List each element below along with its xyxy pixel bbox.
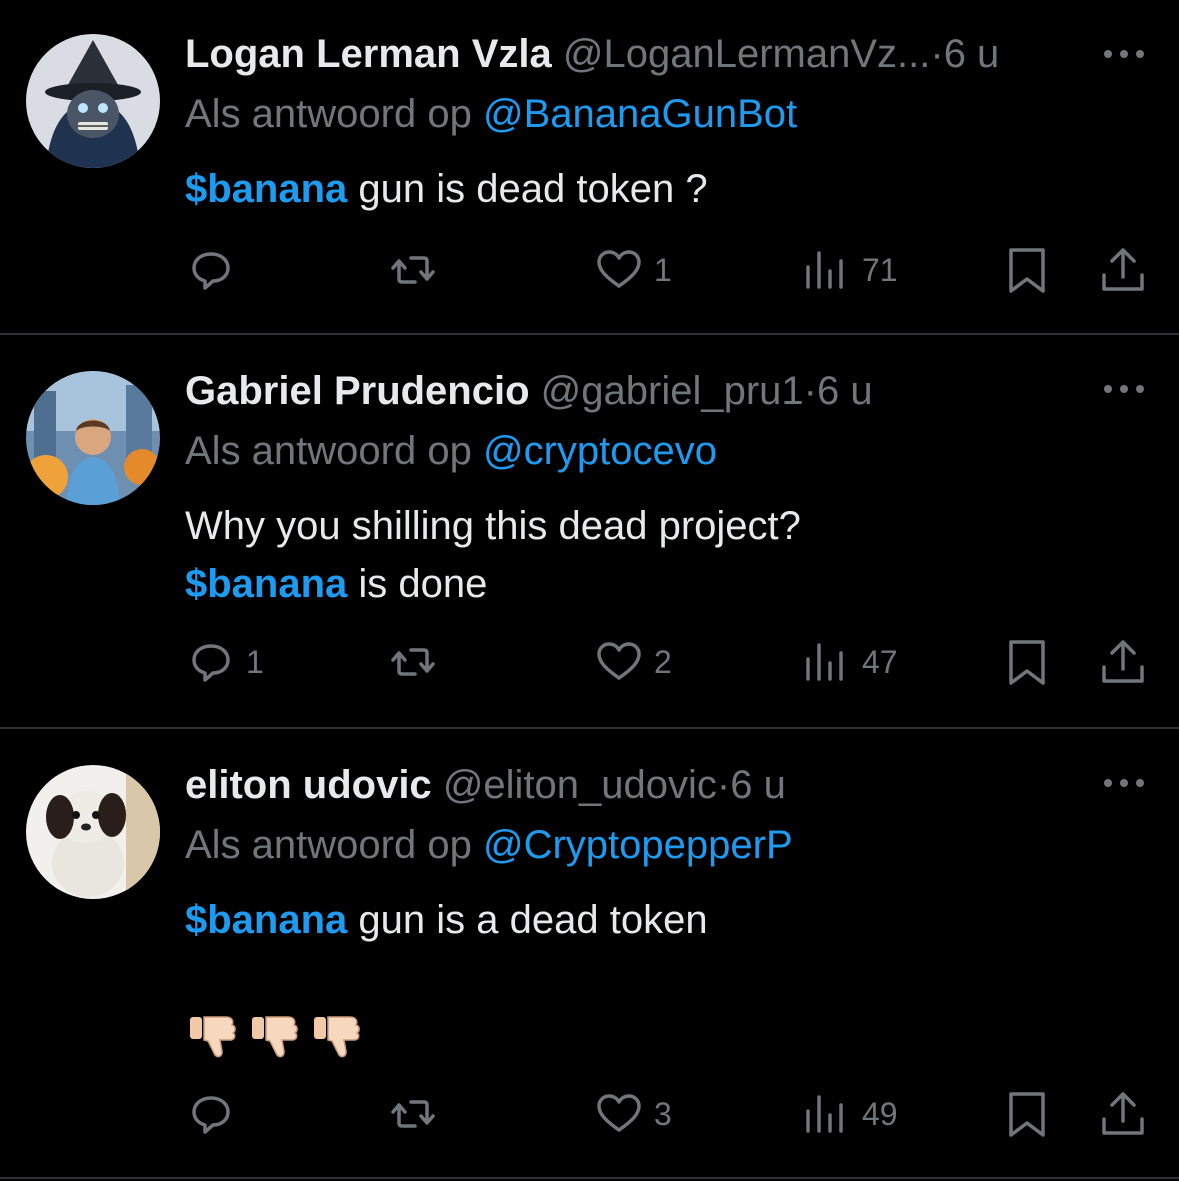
reply-icon — [186, 637, 236, 687]
tweet-text: $banana gun is a dead token — [185, 891, 708, 949]
user-handle[interactable]: @gabriel_pru1 — [541, 369, 804, 413]
views-button[interactable]: 49 — [802, 1086, 898, 1142]
like-button[interactable]: 2 — [594, 634, 672, 690]
reply-button[interactable] — [186, 1086, 246, 1142]
reply-mention-link[interactable]: @cryptocevo — [483, 429, 717, 473]
retweet-button[interactable] — [388, 242, 438, 298]
thumbs-down-icon — [186, 1016, 248, 1069]
bookmark-icon — [1002, 1089, 1052, 1139]
action-bar: 1 2 47 — [0, 634, 1179, 690]
timestamp[interactable]: 6 u — [817, 369, 873, 413]
heart-icon — [594, 245, 644, 295]
separator-dot: · — [716, 763, 731, 807]
reply-mention-link[interactable]: @CryptopepperP — [483, 823, 793, 867]
share-icon — [1098, 637, 1148, 687]
views-button[interactable]: 71 — [802, 242, 898, 298]
separator-dot: · — [803, 369, 817, 413]
tweet-text: $banana gun is dead token ? — [185, 160, 708, 218]
action-bar: 3 49 — [0, 1086, 1179, 1142]
reply-button[interactable]: 1 — [186, 634, 264, 690]
tweet-text: Why you shilling this dead project? $ban… — [185, 497, 801, 613]
heart-icon — [594, 1089, 644, 1139]
avatar[interactable] — [26, 371, 160, 505]
like-count: 1 — [654, 252, 672, 288]
reply-prefix: Als antwoord op — [185, 429, 472, 473]
display-name[interactable]: Logan Lerman Vzla — [185, 32, 552, 76]
more-icon[interactable] — [1098, 771, 1150, 795]
reply-mention-link[interactable]: @BananaGunBot — [483, 92, 797, 136]
view-count: 49 — [862, 1096, 898, 1132]
reply-icon — [186, 245, 236, 295]
reply-button[interactable] — [186, 242, 246, 298]
share-icon — [1098, 1089, 1148, 1139]
timestamp[interactable]: 6 u — [944, 32, 1000, 76]
tweet-header: Logan Lerman Vzla @LoganLermanVz...·6 u — [185, 30, 999, 78]
cashtag-link[interactable]: $banana — [185, 167, 347, 211]
views-icon — [802, 637, 852, 687]
timestamp[interactable]: 6 u — [730, 763, 786, 807]
bookmark-button[interactable] — [1002, 1086, 1052, 1142]
retweet-icon — [388, 245, 438, 295]
display-name[interactable]: Gabriel Prudencio — [185, 369, 530, 413]
avatar[interactable] — [26, 765, 160, 899]
tweet-header: eliton udovic @eliton_udovic·6 u — [185, 761, 786, 809]
thumbs-down-icon — [248, 1016, 310, 1069]
divider — [0, 1177, 1179, 1179]
heart-icon — [594, 637, 644, 687]
share-button[interactable] — [1098, 1086, 1148, 1142]
like-button[interactable]: 1 — [594, 242, 672, 298]
views-button[interactable]: 47 — [802, 634, 898, 690]
cashtag-link[interactable]: $banana — [185, 562, 347, 606]
reply-prefix: Als antwoord op — [185, 823, 472, 867]
share-button[interactable] — [1098, 242, 1148, 298]
view-count: 71 — [862, 252, 898, 288]
retweet-button[interactable] — [388, 1086, 438, 1142]
thumbs-down-emoji-group: 👎🏻👎🏻👎🏻 — [186, 1009, 372, 1069]
reply-count: 1 — [246, 644, 264, 680]
thumbs-down-icon — [310, 1016, 372, 1069]
view-count: 47 — [862, 644, 898, 680]
user-handle[interactable]: @LoganLermanVz... — [563, 32, 930, 76]
tweet[interactable]: Gabriel Prudencio @gabriel_pru1·6 u Als … — [0, 335, 1179, 728]
avatar[interactable] — [26, 34, 160, 168]
tweet[interactable]: eliton udovic @eliton_udovic·6 u Als ant… — [0, 729, 1179, 1175]
retweet-icon — [388, 637, 438, 687]
share-button[interactable] — [1098, 634, 1148, 690]
retweet-icon — [388, 1089, 438, 1139]
share-icon — [1098, 245, 1148, 295]
like-button[interactable]: 3 — [594, 1086, 672, 1142]
tweet-text-line: Why you shilling this dead project? — [185, 504, 801, 548]
reply-icon — [186, 1089, 236, 1139]
tweet-text-content: gun is a dead token — [358, 898, 708, 942]
tweet-text-content: gun is dead token ? — [358, 167, 708, 211]
bookmark-icon — [1002, 637, 1052, 687]
bookmark-button[interactable] — [1002, 634, 1052, 690]
cashtag-link[interactable]: $banana — [185, 898, 347, 942]
tweet[interactable]: Logan Lerman Vzla @LoganLermanVz...·6 u … — [0, 0, 1179, 334]
reply-context: Als antwoord op @BananaGunBot — [185, 90, 797, 138]
reply-context: Als antwoord op @CryptopepperP — [185, 821, 793, 869]
views-icon — [802, 245, 852, 295]
display-name[interactable]: eliton udovic — [185, 763, 432, 807]
bookmark-icon — [1002, 245, 1052, 295]
tweet-header: Gabriel Prudencio @gabriel_pru1·6 u — [185, 367, 873, 415]
more-icon[interactable] — [1098, 42, 1150, 66]
more-icon[interactable] — [1098, 377, 1150, 401]
separator-dot: · — [930, 32, 944, 76]
tweet-text-line: $banana is done — [185, 555, 801, 613]
reply-prefix: Als antwoord op — [185, 92, 472, 136]
like-count: 3 — [654, 1096, 672, 1132]
action-bar: 1 71 — [0, 242, 1179, 298]
reply-context: Als antwoord op @cryptocevo — [185, 427, 717, 475]
tweet-text-content: is done — [358, 562, 488, 606]
user-handle[interactable]: @eliton_udovic — [443, 763, 717, 807]
retweet-button[interactable] — [388, 634, 438, 690]
bookmark-button[interactable] — [1002, 242, 1052, 298]
views-icon — [802, 1089, 852, 1139]
like-count: 2 — [654, 644, 672, 680]
